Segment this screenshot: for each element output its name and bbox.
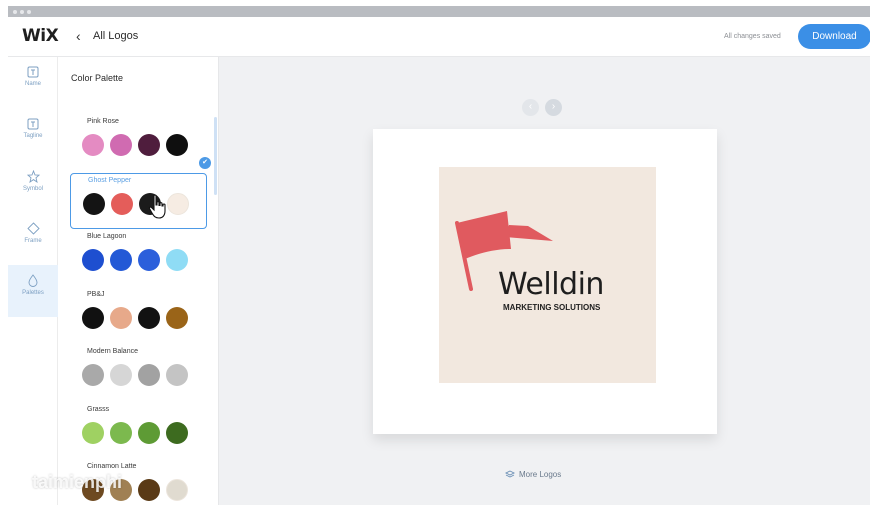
- color-swatch[interactable]: [166, 479, 188, 501]
- window-dot: [20, 10, 24, 14]
- tool-symbol[interactable]: Symbol: [8, 161, 58, 213]
- palette-option[interactable]: Grasss: [70, 403, 207, 459]
- palette-name: Blue Lagoon: [87, 233, 127, 240]
- all-logos-link[interactable]: All Logos: [93, 30, 138, 42]
- tool-sidebar: Name Tagline Symbol Frame Palettes: [8, 57, 58, 505]
- color-swatch[interactable]: [138, 306, 160, 329]
- prev-logo-button[interactable]: ‹: [522, 99, 539, 116]
- back-arrow-icon[interactable]: ‹: [76, 28, 81, 44]
- color-swatch[interactable]: [82, 249, 104, 271]
- color-swatch[interactable]: [82, 421, 104, 444]
- tool-palettes-label: Palettes: [22, 290, 44, 296]
- color-swatch[interactable]: [82, 306, 104, 329]
- color-palette-panel: Color Palette Pink Rose Ghost Pepper Blue …: [58, 57, 219, 505]
- layers-icon: [504, 470, 516, 478]
- droplet-icon: [28, 274, 38, 287]
- color-swatch[interactable]: [166, 134, 188, 156]
- color-swatch[interactable]: [82, 134, 104, 156]
- color-swatch[interactable]: [166, 306, 188, 329]
- palette-name: PB&J: [87, 290, 105, 298]
- color-swatch[interactable]: [110, 134, 132, 156]
- palette-option[interactable]: Ghost Pepper: [70, 172, 207, 229]
- top-bar: WiX ‹ All Logos All changes saved Downlo…: [8, 17, 870, 57]
- more-logos-link[interactable]: More Logos: [504, 470, 562, 479]
- window-titlebar: [8, 6, 870, 17]
- palette-name: Pink Rose: [87, 118, 119, 125]
- color-swatch[interactable]: [111, 192, 133, 215]
- color-swatch[interactable]: [166, 364, 188, 386]
- palette-option[interactable]: PB&J: [70, 288, 207, 344]
- tool-name[interactable]: Name: [8, 57, 58, 109]
- tool-palettes[interactable]: Palettes: [8, 265, 58, 317]
- window-dot: [27, 10, 31, 14]
- tool-tagline[interactable]: Tagline: [8, 109, 58, 161]
- palette-option[interactable]: Blue Lagoon: [70, 230, 207, 286]
- tool-frame-label: Frame: [24, 238, 42, 244]
- star-icon: [26, 170, 40, 183]
- panel-title: Color Palette: [71, 73, 124, 83]
- logo-name-text: Welldin: [498, 267, 604, 302]
- tool-name-label: Name: [24, 81, 41, 87]
- color-swatch[interactable]: [138, 249, 160, 271]
- color-swatch[interactable]: [110, 364, 132, 386]
- text-box-icon: [27, 66, 39, 78]
- palette-option[interactable]: Modern Balance: [70, 345, 207, 401]
- color-swatch[interactable]: [83, 192, 105, 215]
- window-dot: [13, 10, 17, 14]
- color-swatch[interactable]: [167, 192, 189, 215]
- logo-preview-card: Welldin MARKETING SOLUTIONS: [373, 129, 717, 434]
- app-window: WiX ‹ All Logos All changes saved Downlo…: [8, 6, 870, 505]
- palette-name: Ghost Pepper: [88, 176, 132, 184]
- tool-tagline-label: Tagline: [23, 133, 43, 139]
- color-swatch[interactable]: [138, 421, 160, 444]
- color-swatch[interactable]: [110, 249, 132, 271]
- palette-name: Cinnamon Latte: [87, 463, 137, 470]
- logo-artboard: Welldin MARKETING SOLUTIONS: [439, 167, 656, 383]
- palette-name: Modern Balance: [87, 348, 138, 355]
- color-swatch[interactable]: [166, 421, 188, 444]
- hand-cursor-icon: [148, 194, 166, 219]
- logo-tagline-text: MARKETING SOLUTIONS: [503, 303, 601, 312]
- preview-canvas: ‹ › Welldin MARKETING SOLUTIONS More Log…: [219, 57, 870, 505]
- watermark-text: taimienphi: [32, 472, 123, 492]
- color-swatch[interactable]: [82, 364, 104, 386]
- color-swatch[interactable]: [138, 134, 160, 156]
- tool-symbol-label: Symbol: [22, 186, 43, 192]
- panel-scrollbar[interactable]: [214, 117, 217, 195]
- next-logo-button[interactable]: ›: [545, 99, 562, 116]
- palette-name: Grasss: [87, 405, 110, 413]
- tool-frame[interactable]: Frame: [8, 213, 58, 265]
- color-swatch[interactable]: [138, 364, 160, 386]
- wix-logo: WiX: [22, 26, 59, 46]
- save-status: All changes saved: [724, 33, 781, 40]
- palette-option[interactable]: Pink Rose: [70, 115, 207, 171]
- text-box-icon: [27, 118, 39, 130]
- color-swatch[interactable]: [110, 421, 132, 444]
- selected-check-icon: ✔: [199, 157, 211, 169]
- color-swatch[interactable]: [138, 479, 160, 501]
- diamond-icon: [26, 222, 40, 235]
- color-swatch[interactable]: [110, 306, 132, 329]
- more-logos-label: More Logos: [519, 470, 562, 479]
- color-swatch[interactable]: [166, 249, 188, 271]
- download-button[interactable]: Download: [798, 24, 870, 49]
